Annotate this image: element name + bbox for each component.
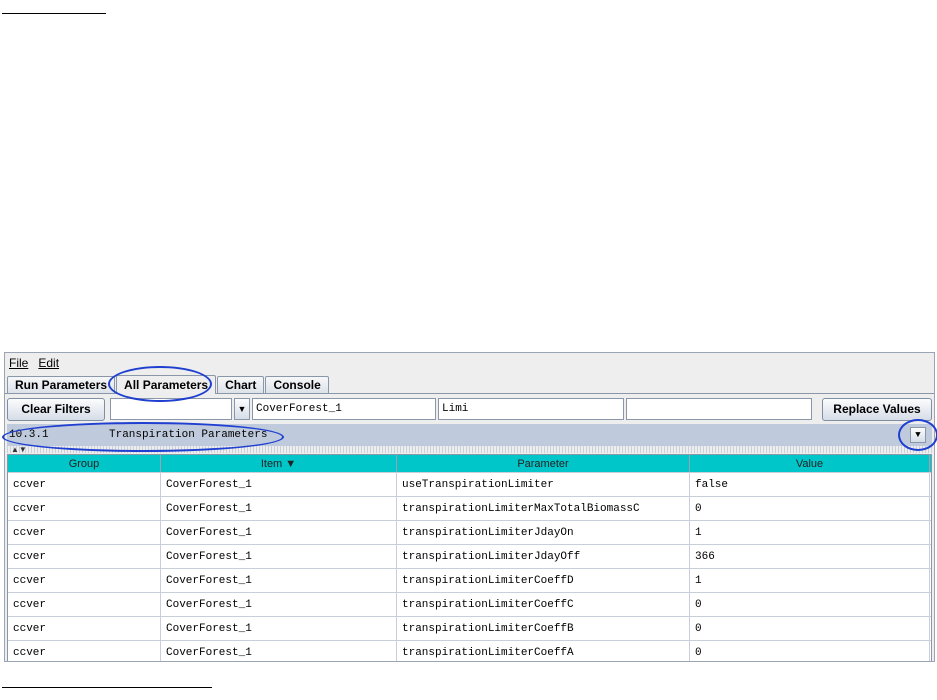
section-selector[interactable]: 10.3.1 Transpiration Parameters ▼ (7, 424, 932, 446)
table-row[interactable]: ccver CoverForest_1 transpirationLimiterCo… (8, 568, 931, 592)
replace-values-button[interactable]: Replace Values (822, 397, 932, 421)
chevron-down-icon: ▼ (915, 430, 921, 440)
cell-value[interactable]: 0 (690, 497, 930, 520)
cell-item[interactable]: CoverForest_1 (161, 473, 397, 496)
table-row[interactable]: ccver CoverForest_1 transpirationLimiterCo… (8, 616, 931, 640)
cell-value[interactable]: 1 (690, 569, 930, 592)
filter-bar: Clear Filters ▼ CoverForest_1 Limi Repla… (5, 396, 934, 422)
cell-group[interactable]: ccver (8, 521, 161, 544)
table-body: ccver CoverForest_1 useTranspirationLimite… (8, 472, 931, 661)
tab-run-parameters[interactable]: Run Parameters (7, 376, 116, 393)
table-row[interactable]: ccver CoverForest_1 useTranspirationLimite… (8, 472, 931, 496)
clear-filters-button[interactable]: Clear Filters (7, 397, 105, 421)
cell-parameter[interactable]: useTranspirationLimiter (397, 473, 690, 496)
table-header: Group Item ▼ Parameter Value (8, 455, 931, 472)
cell-item[interactable]: CoverForest_1 (161, 497, 397, 520)
document-rule-top (2, 13, 106, 14)
tab-bar: Run Parameters All Parameters Chart Cons… (5, 373, 934, 394)
cell-group[interactable]: ccver (8, 545, 161, 568)
menu-file[interactable]: File (9, 356, 28, 370)
table-row[interactable]: ccver CoverForest_1 transpirationLimiterJd… (8, 520, 931, 544)
cell-parameter[interactable]: transpirationLimiterMaxTotalBiomassC (397, 497, 690, 520)
app-window: File Edit Run Parameters All Parameters … (4, 352, 935, 662)
split-pane-divider[interactable]: ▲▼ (7, 445, 932, 454)
parameter-filter-field[interactable]: Limi (438, 398, 624, 420)
chevron-down-icon: ▼ (237, 404, 247, 414)
cell-value[interactable]: false (690, 473, 930, 496)
group-filter-combo[interactable] (110, 398, 232, 420)
cell-value[interactable]: 0 (690, 617, 930, 640)
collapse-arrows-icon[interactable]: ▲▼ (11, 445, 27, 454)
cell-parameter[interactable]: transpirationLimiterCoeffB (397, 617, 690, 640)
table-row[interactable]: ccver CoverForest_1 transpirationLimiterMa… (8, 496, 931, 520)
menu-bar: File Edit (5, 353, 934, 373)
column-header-group[interactable]: Group (8, 455, 161, 472)
menu-edit[interactable]: Edit (38, 356, 59, 370)
cell-group[interactable]: ccver (8, 617, 161, 640)
column-header-parameter[interactable]: Parameter (397, 455, 690, 472)
cell-value[interactable]: 366 (690, 545, 930, 568)
cell-group[interactable]: ccver (8, 641, 161, 661)
cell-item[interactable]: CoverForest_1 (161, 545, 397, 568)
column-header-item[interactable]: Item ▼ (161, 455, 397, 472)
cell-item[interactable]: CoverForest_1 (161, 617, 397, 640)
cell-value[interactable]: 1 (690, 521, 930, 544)
table-row[interactable]: ccver CoverForest_1 transpirationLimiterCo… (8, 592, 931, 616)
item-filter-field[interactable]: CoverForest_1 (252, 398, 436, 420)
column-header-value[interactable]: Value (690, 455, 930, 472)
tab-all-parameters[interactable]: All Parameters (116, 375, 217, 394)
cell-group[interactable]: ccver (8, 569, 161, 592)
tab-chart[interactable]: Chart (217, 376, 265, 393)
cell-item[interactable]: CoverForest_1 (161, 521, 397, 544)
cell-item[interactable]: CoverForest_1 (161, 569, 397, 592)
cell-parameter[interactable]: transpirationLimiterCoeffA (397, 641, 690, 661)
parameters-table: Group Item ▼ Parameter Value ccver CoverF… (7, 454, 932, 661)
cell-parameter[interactable]: transpirationLimiterJdayOff (397, 545, 690, 568)
cell-group[interactable]: ccver (8, 593, 161, 616)
cell-group[interactable]: ccver (8, 473, 161, 496)
cell-group[interactable]: ccver (8, 497, 161, 520)
table-row[interactable]: ccver CoverForest_1 transpirationLimiterJd… (8, 544, 931, 568)
tab-console[interactable]: Console (265, 376, 329, 393)
section-number: 10.3.1 (9, 429, 49, 441)
section-title: Transpiration Parameters (109, 429, 268, 441)
cell-item[interactable]: CoverForest_1 (161, 593, 397, 616)
cell-value[interactable]: 0 (690, 593, 930, 616)
table-row[interactable]: ccver CoverForest_1 transpirationLimiterCo… (8, 640, 931, 661)
document-rule-bottom (2, 687, 212, 688)
cell-item[interactable]: CoverForest_1 (161, 641, 397, 661)
value-filter-field[interactable] (626, 398, 812, 420)
cell-parameter[interactable]: transpirationLimiterJdayOn (397, 521, 690, 544)
section-dropdown-button[interactable]: ▼ (910, 427, 926, 443)
cell-parameter[interactable]: transpirationLimiterCoeffC (397, 593, 690, 616)
cell-parameter[interactable]: transpirationLimiterCoeffD (397, 569, 690, 592)
group-filter-dropdown-arrow[interactable]: ▼ (234, 398, 250, 420)
cell-value[interactable]: 0 (690, 641, 930, 661)
